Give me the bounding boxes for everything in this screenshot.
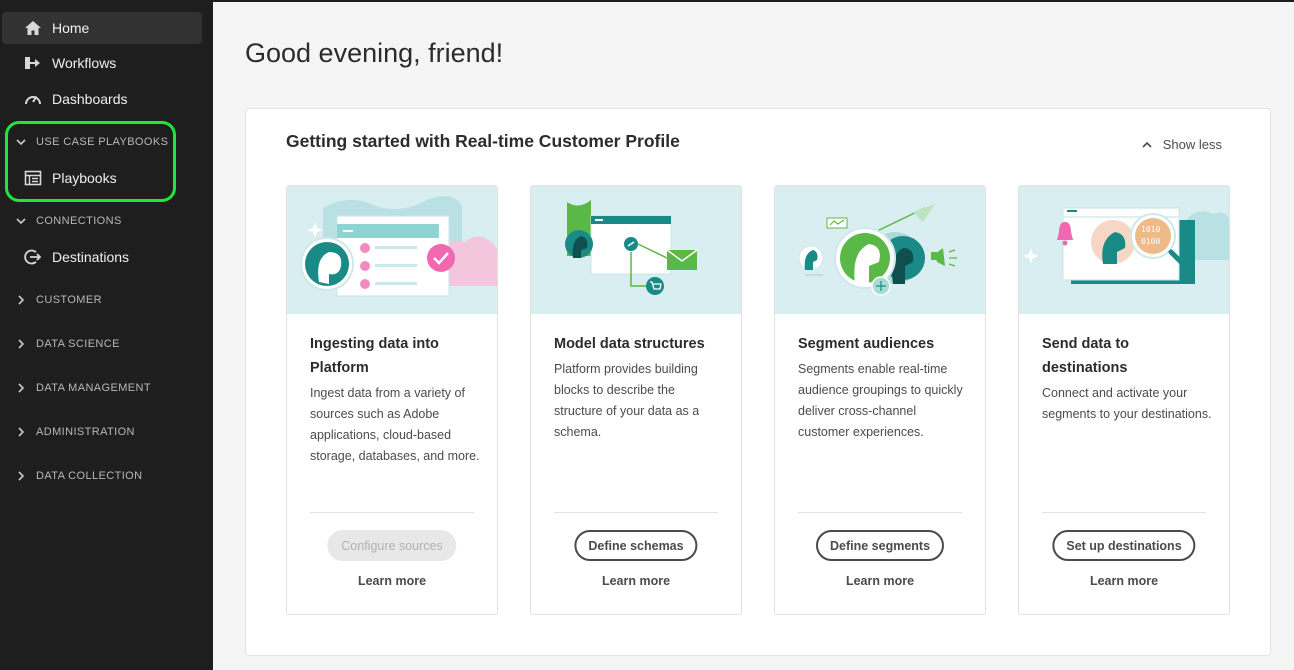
section-label: ADMINISTRATION <box>36 426 135 438</box>
sidebar-item-label: Home <box>52 20 90 36</box>
section-label: CONNECTIONS <box>36 215 122 227</box>
model-data-illustration <box>531 186 741 314</box>
card-description: Platform provides building blocks to des… <box>554 362 700 439</box>
learn-more-link[interactable]: Learn more <box>287 574 497 588</box>
chevron-down-icon <box>14 214 28 228</box>
section-label: DATA SCIENCE <box>36 338 120 350</box>
sidebar-item-label: Dashboards <box>52 91 128 107</box>
configure-sources-button[interactable]: Configure sources <box>327 530 457 561</box>
panel-title: Getting started with Real-time Customer … <box>286 131 680 151</box>
learn-more-link[interactable]: Learn more <box>775 574 985 588</box>
getting-started-panel: Getting started with Real-time Customer … <box>245 108 1271 656</box>
card-title: Segment audiences <box>798 336 935 352</box>
sidebar-item-dashboards[interactable]: Dashboards <box>2 83 202 115</box>
section-data-management[interactable]: DATA MANAGEMENT <box>14 376 151 400</box>
card-title: Model data structures <box>554 336 705 352</box>
card-divider <box>1042 512 1206 513</box>
sidebar: Home Workflows Dashboards USE CASE PLAYB… <box>0 0 213 670</box>
svg-text:1010: 1010 <box>1141 225 1160 234</box>
sidebar-item-label: Destinations <box>52 249 130 265</box>
greeting-title: Good evening, friend! <box>245 38 504 68</box>
workflow-icon <box>22 54 44 72</box>
send-data-illustration: 1010 0100 <box>1019 186 1229 314</box>
show-less-button[interactable]: Show less <box>1141 137 1222 152</box>
section-label: DATA COLLECTION <box>36 470 143 482</box>
chevron-right-icon <box>14 293 28 307</box>
svg-text:0100: 0100 <box>1141 237 1160 246</box>
chevron-down-icon <box>14 135 28 149</box>
card-description: Connect and activate your segments to yo… <box>1042 386 1212 421</box>
gauge-icon <box>22 90 44 108</box>
card-send-data: 1010 0100 Send data to destinations Conn… <box>1018 185 1230 615</box>
card-model-data: Model data structures Platform provides … <box>530 185 742 615</box>
chevron-right-icon <box>14 381 28 395</box>
define-segments-button[interactable]: Define segments <box>815 530 945 561</box>
learn-more-link[interactable]: Learn more <box>531 574 741 588</box>
show-less-label: Show less <box>1162 137 1222 152</box>
section-label: CUSTOMER <box>36 294 102 306</box>
card-divider <box>554 512 718 513</box>
section-connections[interactable]: CONNECTIONS <box>14 209 122 233</box>
card-divider <box>798 512 962 513</box>
section-data-science[interactable]: DATA SCIENCE <box>14 332 120 356</box>
sidebar-item-workflows[interactable]: Workflows <box>2 47 202 79</box>
section-customer[interactable]: CUSTOMER <box>14 288 102 312</box>
sidebar-item-label: Playbooks <box>52 170 117 186</box>
card-ingest-data: Ingesting data into Platform Ingest data… <box>286 185 498 615</box>
home-icon <box>22 19 44 37</box>
sidebar-item-playbooks[interactable]: Playbooks <box>2 162 202 194</box>
section-administration[interactable]: ADMINISTRATION <box>14 420 135 444</box>
set-up-destinations-button[interactable]: Set up destinations <box>1052 530 1196 561</box>
card-title: Ingesting data into Platform <box>310 336 439 376</box>
section-label: USE CASE PLAYBOOKS <box>36 136 169 148</box>
section-data-collection[interactable]: DATA COLLECTION <box>14 464 142 488</box>
chevron-up-icon <box>1142 141 1152 148</box>
ingest-data-illustration <box>287 186 497 314</box>
card-description: Segments enable real-time audience group… <box>798 362 963 439</box>
card-description: Ingest data from a variety of sources su… <box>310 386 480 463</box>
card-segment-audiences: Segment audiences Segments enable real-t… <box>774 185 986 615</box>
section-label: DATA MANAGEMENT <box>36 382 151 394</box>
card-title: Send data to destinations <box>1042 336 1130 376</box>
chevron-right-icon <box>14 337 28 351</box>
playbook-icon <box>22 169 44 187</box>
define-schemas-button[interactable]: Define schemas <box>574 530 698 561</box>
sidebar-item-label: Workflows <box>52 55 117 71</box>
sidebar-item-home[interactable]: Home <box>2 12 202 44</box>
chevron-right-icon <box>14 425 28 439</box>
segment-audiences-illustration <box>775 186 985 314</box>
card-divider <box>310 512 474 513</box>
learn-more-link[interactable]: Learn more <box>1019 574 1229 588</box>
sidebar-item-destinations[interactable]: Destinations <box>2 241 202 273</box>
chevron-right-icon <box>14 469 28 483</box>
destination-icon <box>22 248 44 266</box>
section-use-case-playbooks[interactable]: USE CASE PLAYBOOKS <box>14 130 168 154</box>
